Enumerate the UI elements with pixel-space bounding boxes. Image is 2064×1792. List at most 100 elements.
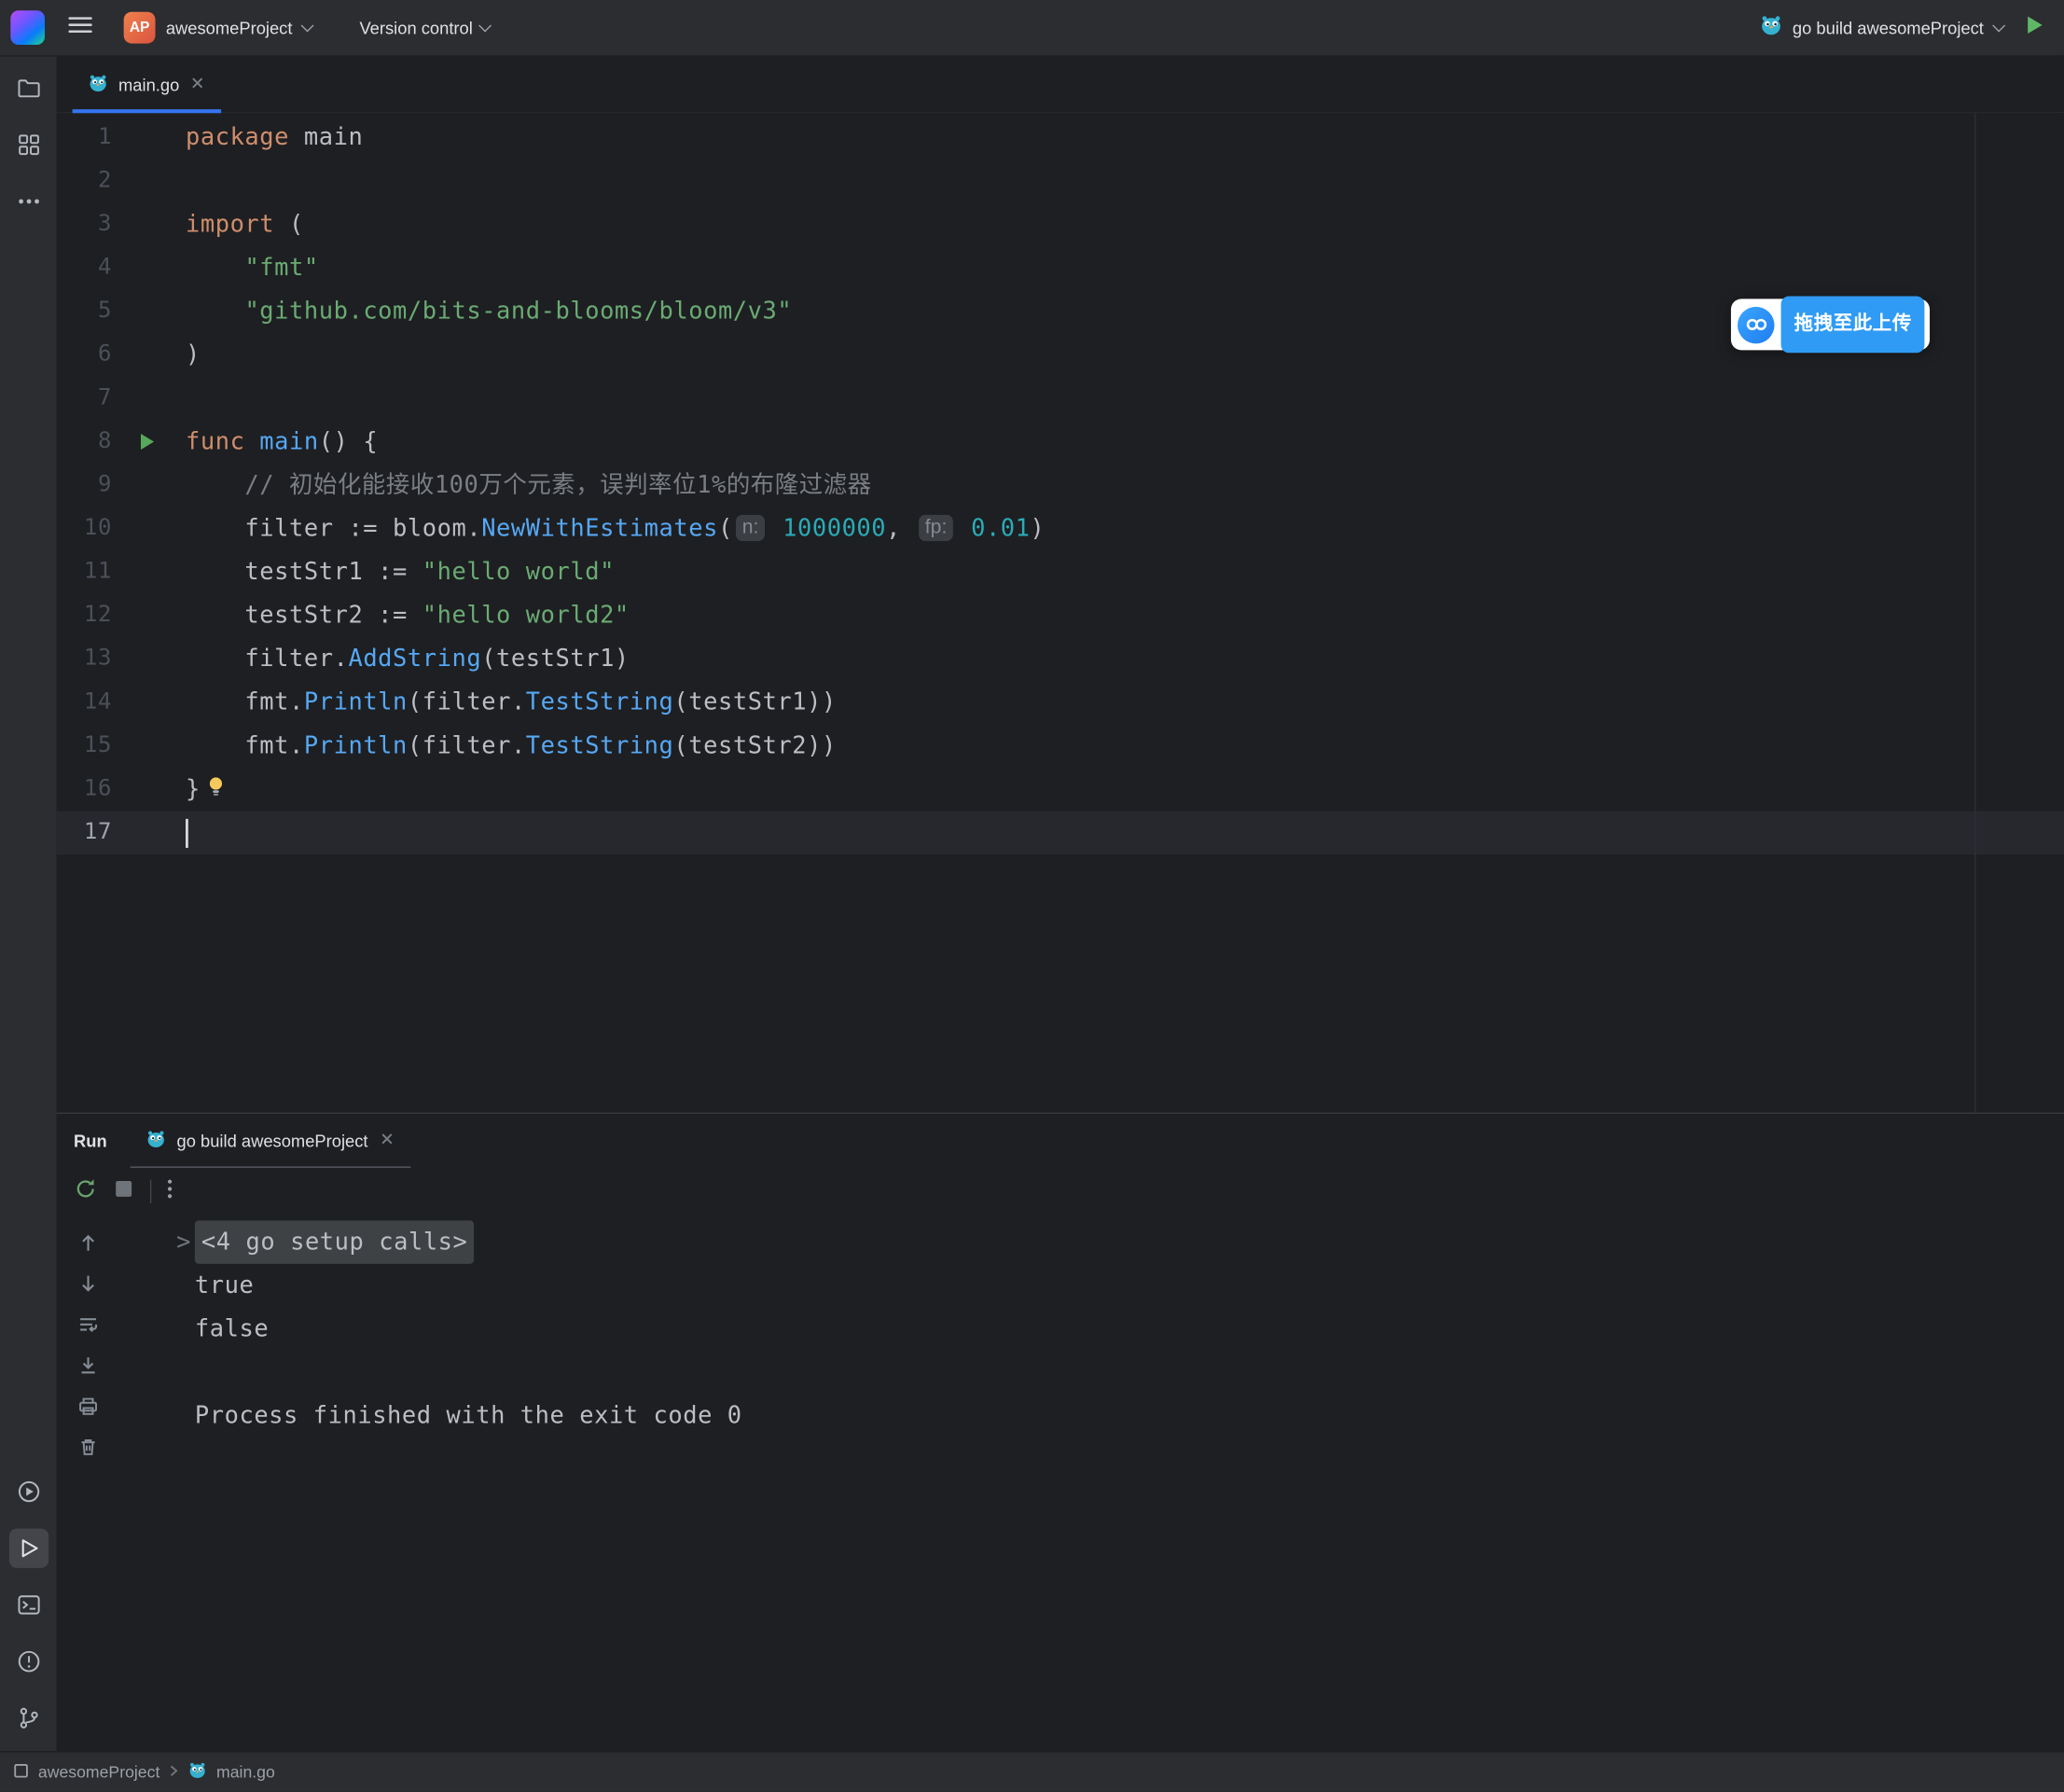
scroll-to-end-button[interactable] — [74, 1351, 103, 1380]
code-editor[interactable]: 1package main23import (4 "fmt"5 "github.… — [57, 113, 2064, 1112]
code-text: // 初始化能接收100万个元素，误判率位1%的布隆过滤器 — [180, 464, 2064, 507]
run-tab-label: go build awesomeProject — [177, 1131, 368, 1150]
run-tool-window: Run go build awesomeProject — [57, 1113, 2064, 1752]
line-number: 14 — [57, 681, 112, 725]
editor-line-8[interactable]: 8func main() { — [57, 420, 2064, 464]
editor-line-4[interactable]: 4 "fmt" — [57, 246, 2064, 290]
run-configuration-label: go build awesomeProject — [1793, 18, 1984, 37]
editor-line-14[interactable]: 14 fmt.Println(filter.TestString(testStr… — [57, 681, 2064, 725]
editor-line-2[interactable]: 2 — [57, 160, 2064, 203]
services-tool-button[interactable] — [8, 1472, 48, 1511]
problems-tool-button[interactable] — [8, 1642, 48, 1681]
console-output[interactable]: > <4 go setup calls> truefalseProcess fi… — [119, 1216, 2064, 1751]
line-number: 10 — [57, 507, 112, 550]
console-fold-region[interactable]: <4 go setup calls> — [195, 1220, 475, 1264]
line-number: 17 — [57, 811, 112, 854]
rerun-button[interactable] — [74, 1176, 97, 1206]
editor-line-9[interactable]: 9 // 初始化能接收100万个元素，误判率位1%的布隆过滤器 — [57, 464, 2064, 507]
editor-line-17[interactable]: 17 — [57, 811, 2064, 854]
run-tool-button[interactable] — [8, 1529, 48, 1568]
hamburger-icon — [68, 15, 91, 34]
scroll-up-button[interactable] — [74, 1229, 103, 1257]
gutter-marker — [112, 116, 180, 160]
terminal-tool-button[interactable] — [8, 1585, 48, 1624]
version-control-tool-button[interactable] — [8, 1699, 48, 1738]
editor-line-10[interactable]: 10 filter := bloom.NewWithEstimates(n: 1… — [57, 507, 2064, 550]
kebab-icon — [166, 1176, 173, 1200]
chevron-down-icon — [1992, 19, 2005, 32]
upload-cloud-icon — [1738, 306, 1775, 343]
upload-overlay[interactable]: 拖拽至此上传 — [1731, 299, 1931, 350]
code-text: testStr2 := "hello world2" — [180, 594, 2064, 638]
project-tool-button[interactable] — [8, 68, 48, 107]
code-text: testStr1 := "hello world" — [180, 550, 2064, 594]
line-number: 15 — [57, 724, 112, 768]
soft-wrap-icon — [76, 1313, 100, 1336]
editor-line-13[interactable]: 13 filter.AddString(testStr1) — [57, 637, 2064, 681]
more-tool-windows-button[interactable] — [8, 182, 48, 221]
gutter-marker — [112, 202, 180, 246]
gutter-marker — [112, 550, 180, 594]
console-fold-line: > <4 go setup calls> — [176, 1220, 2064, 1264]
clear-console-button[interactable] — [74, 1433, 103, 1462]
gutter-marker — [112, 246, 180, 290]
editor-line-11[interactable]: 11 testStr1 := "hello world" — [57, 550, 2064, 594]
code-text: filter.AddString(testStr1) — [180, 637, 2064, 681]
code-text: fmt.Println(filter.TestString(testStr2)) — [180, 724, 2064, 768]
gutter-marker — [112, 594, 180, 638]
project-name: awesomeProject — [166, 18, 293, 37]
editor-line-1[interactable]: 1package main — [57, 116, 2064, 160]
run-configuration-selector[interactable]: go build awesomeProject — [1793, 18, 2003, 37]
main-menu-button[interactable] — [68, 15, 91, 40]
upload-button[interactable]: 拖拽至此上传 — [1781, 297, 1925, 354]
structure-tool-button[interactable] — [8, 125, 48, 164]
gutter-marker — [112, 464, 180, 507]
print-button[interactable] — [74, 1392, 103, 1421]
console-line-margin — [176, 1307, 195, 1351]
fold-toggle[interactable]: > — [176, 1220, 195, 1264]
editor-line-16[interactable]: 16} — [57, 768, 2064, 812]
arrow-down-icon — [76, 1271, 100, 1295]
editor-line-7[interactable]: 7 — [57, 377, 2064, 421]
code-text — [180, 377, 2064, 421]
more-options-button[interactable] — [166, 1176, 173, 1206]
trash-icon — [76, 1435, 100, 1458]
line-number: 6 — [57, 333, 112, 377]
editor-lines: 1package main23import (4 "fmt"5 "github.… — [57, 116, 2064, 854]
gutter-marker — [112, 637, 180, 681]
run-button[interactable] — [2022, 12, 2045, 42]
tab-close-button[interactable] — [190, 75, 206, 94]
version-control-widget[interactable]: Version control — [359, 18, 490, 37]
goland-logo — [10, 10, 45, 45]
line-number: 4 — [57, 246, 112, 290]
soft-wrap-button[interactable] — [74, 1310, 103, 1339]
tab-main-go[interactable]: main.go — [73, 57, 222, 112]
line-number: 13 — [57, 637, 112, 681]
run-gutter-icon[interactable] — [112, 420, 180, 464]
editor-line-12[interactable]: 12 testStr2 := "hello world2" — [57, 594, 2064, 638]
editor-line-3[interactable]: 3import ( — [57, 202, 2064, 246]
problems-icon — [15, 1648, 41, 1674]
right-margin-guide — [1974, 113, 1975, 1112]
scroll-down-button[interactable] — [74, 1270, 103, 1299]
console-line-margin — [176, 1351, 195, 1395]
stop-button[interactable] — [112, 1176, 135, 1206]
editor-line-15[interactable]: 15 fmt.Println(filter.TestString(testStr… — [57, 724, 2064, 768]
services-icon — [15, 1479, 41, 1505]
console-line-4 — [176, 1351, 2064, 1395]
line-number: 2 — [57, 160, 112, 203]
breadcrumb-file[interactable]: main.go — [216, 1763, 275, 1782]
project-widget[interactable]: AP awesomeProject — [124, 12, 312, 44]
gutter-marker — [112, 768, 180, 812]
intention-bulb-icon[interactable] — [207, 769, 226, 813]
run-tab-go-build[interactable]: go build awesomeProject — [131, 1114, 410, 1168]
printer-icon — [76, 1395, 100, 1418]
breadcrumb-project[interactable]: awesomeProject — [38, 1763, 159, 1782]
code-text: package main — [180, 116, 2064, 160]
gutter-marker — [112, 377, 180, 421]
run-tab-close-button[interactable] — [379, 1131, 395, 1150]
console-lines: truefalseProcess finished with the exit … — [176, 1264, 2064, 1438]
line-number: 11 — [57, 550, 112, 594]
project-badge: AP — [124, 12, 156, 44]
run-panel-toolbar — [57, 1168, 2064, 1216]
